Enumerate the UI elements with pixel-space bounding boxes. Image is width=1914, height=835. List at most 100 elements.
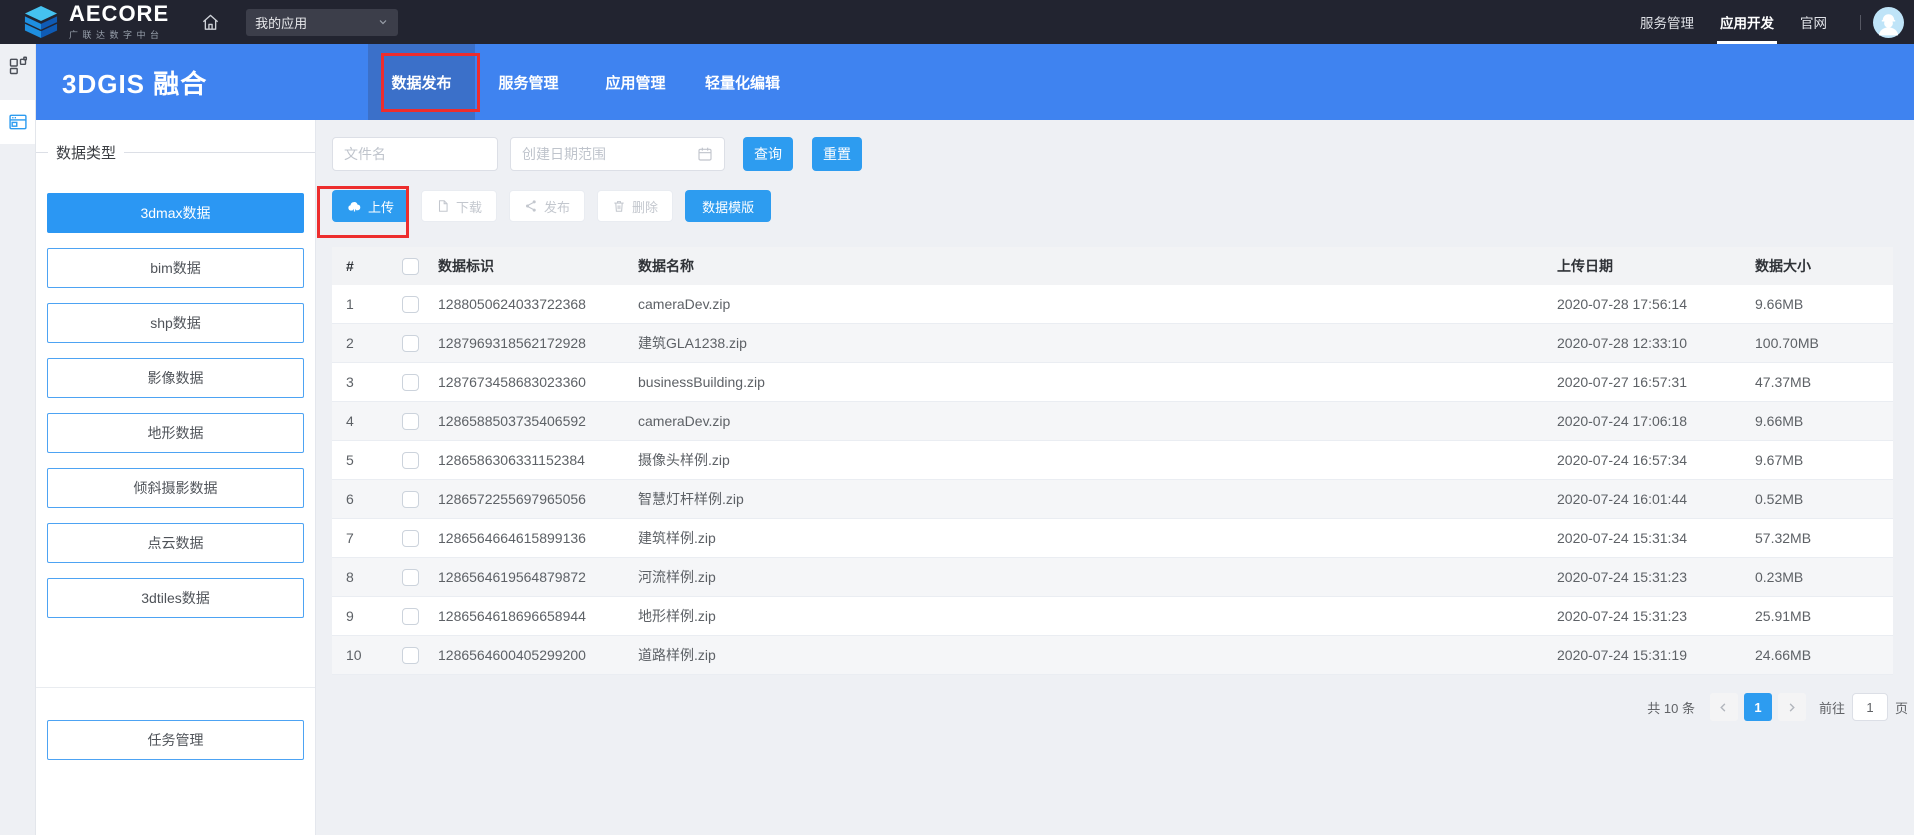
page-number-button[interactable]: 1 <box>1744 693 1772 721</box>
app-select[interactable]: 我的应用 <box>246 9 398 36</box>
row-data-size: 47.37MB <box>1741 363 1893 401</box>
logo-cube-icon <box>22 5 60 39</box>
topbar-nav-item[interactable]: 应用开发 <box>1707 0 1787 44</box>
row-upload-date: 2020-07-27 16:57:31 <box>1557 363 1741 401</box>
row-data-name: 智慧灯杆样例.zip <box>638 480 1557 518</box>
sidebar-data-type-button[interactable]: 倾斜摄影数据 <box>47 468 304 508</box>
daterange-input[interactable] <box>522 146 697 162</box>
table-row[interactable]: 21287969318562172928建筑GLA1238.zip2020-07… <box>332 324 1893 363</box>
table-row[interactable]: 51286586306331152384摄像头样例.zip2020-07-24 … <box>332 441 1893 480</box>
reset-button[interactable]: 重置 <box>812 137 862 171</box>
table-header: # 数据标识 数据名称 上传日期 数据大小 <box>332 247 1893 285</box>
sidebar-data-type-button[interactable]: bim数据 <box>47 248 304 288</box>
row-checkbox[interactable] <box>402 374 419 391</box>
col-data-size: 数据大小 <box>1741 247 1893 285</box>
sidebar-data-type-button[interactable]: 3dmax数据 <box>47 193 304 233</box>
row-checkbox[interactable] <box>402 647 419 664</box>
filename-input[interactable] <box>344 146 486 162</box>
delete-button[interactable]: 删除 <box>597 190 673 222</box>
goto-label: 前往 <box>1819 698 1845 717</box>
sidebar-data-type-button[interactable]: shp数据 <box>47 303 304 343</box>
row-checkbox[interactable] <box>402 569 419 586</box>
upload-button[interactable]: 上传 <box>332 190 409 222</box>
pagination: 共 10 条 1 前往 页 <box>1647 693 1908 721</box>
header-tab[interactable]: 数据发布 <box>368 44 475 120</box>
table-row[interactable]: 101286564600405299200道路样例.zip2020-07-24 … <box>332 636 1893 675</box>
chevron-down-icon <box>377 16 389 28</box>
chevron-left-icon[interactable] <box>1710 693 1738 721</box>
row-data-name: 摄像头样例.zip <box>638 441 1557 479</box>
table-row[interactable]: 31287673458683023360businessBuilding.zip… <box>332 363 1893 402</box>
topbar-nav-item[interactable]: 服务管理 <box>1627 0 1707 44</box>
row-upload-date: 2020-07-24 15:31:23 <box>1557 597 1741 635</box>
sidebar-item-task-manage[interactable]: 任务管理 <box>47 720 304 760</box>
row-data-id: 1286564600405299200 <box>438 636 638 674</box>
data-table: # 数据标识 数据名称 上传日期 数据大小 1 12880506240337223… <box>332 247 1893 675</box>
row-checkbox[interactable] <box>402 608 419 625</box>
sidebar-data-type-button[interactable]: 地形数据 <box>47 413 304 453</box>
table-row[interactable]: 71286564664615899136建筑样例.zip2020-07-24 1… <box>332 519 1893 558</box>
daterange-field <box>510 137 725 171</box>
col-data-id: 数据标识 <box>438 247 638 285</box>
browser-window-icon[interactable] <box>0 100 35 144</box>
row-data-size: 9.66MB <box>1741 285 1893 323</box>
sidebar-data-type-button[interactable]: 3dtiles数据 <box>47 578 304 618</box>
row-upload-date: 2020-07-24 15:31:19 <box>1557 636 1741 674</box>
row-data-size: 0.52MB <box>1741 480 1893 518</box>
file-download-icon <box>436 199 450 213</box>
row-index: 3 <box>332 363 382 401</box>
grid-icon[interactable] <box>0 44 35 88</box>
row-data-size: 0.23MB <box>1741 558 1893 596</box>
row-checkbox[interactable] <box>402 413 419 430</box>
header-tab[interactable]: 服务管理 <box>475 44 582 120</box>
header-tab[interactable]: 轻量化编辑 <box>689 44 796 120</box>
row-checkbox[interactable] <box>402 335 419 352</box>
page-title: 3DGIS 融合 <box>62 44 207 120</box>
table-row[interactable]: 91286564618696658944地形样例.zip2020-07-24 1… <box>332 597 1893 636</box>
icon-rail <box>0 44 36 835</box>
cloud-upload-icon <box>347 199 362 214</box>
row-upload-date: 2020-07-24 15:31:23 <box>1557 558 1741 596</box>
row-upload-date: 2020-07-24 16:57:34 <box>1557 441 1741 479</box>
row-checkbox[interactable] <box>402 452 419 469</box>
download-button[interactable]: 下载 <box>421 190 497 222</box>
row-upload-date: 2020-07-24 17:06:18 <box>1557 402 1741 440</box>
row-data-size: 9.67MB <box>1741 441 1893 479</box>
header-tabs: 数据发布服务管理应用管理轻量化编辑 <box>368 44 796 120</box>
row-index: 6 <box>332 480 382 518</box>
select-all-checkbox[interactable] <box>402 258 419 275</box>
chevron-right-icon[interactable] <box>1778 693 1806 721</box>
data-template-button[interactable]: 数据模版 <box>685 190 771 222</box>
row-checkbox[interactable] <box>402 530 419 547</box>
sidebar-data-type-button[interactable]: 点云数据 <box>47 523 304 563</box>
app-select-value: 我的应用 <box>255 13 307 32</box>
row-data-id: 1288050624033722368 <box>438 285 638 323</box>
row-upload-date: 2020-07-28 17:56:14 <box>1557 285 1741 323</box>
main-content: 查询 重置 上传 下载 <box>316 120 1914 835</box>
table-row[interactable]: 41286588503735406592cameraDev.zip2020-07… <box>332 402 1893 441</box>
row-checkbox[interactable] <box>402 491 419 508</box>
toolbar-row: 上传 下载 发布 <box>332 190 771 222</box>
brand-subtitle: 广联达数字中台 <box>69 28 169 41</box>
publish-button[interactable]: 发布 <box>509 190 585 222</box>
table-row[interactable]: 1 1288050624033722368cameraDev.zip2020-07… <box>332 285 1893 324</box>
user-avatar-icon[interactable] <box>1873 7 1904 38</box>
row-index: 4 <box>332 402 382 440</box>
row-data-size: 100.70MB <box>1741 324 1893 362</box>
goto-page-input[interactable] <box>1852 693 1888 721</box>
filename-field <box>332 137 498 171</box>
query-button[interactable]: 查询 <box>743 137 793 171</box>
topbar-nav-item[interactable]: 官网 <box>1787 0 1840 44</box>
row-data-name: cameraDev.zip <box>638 285 1557 323</box>
table-row[interactable]: 81286564619564879872河流样例.zip2020-07-24 1… <box>332 558 1893 597</box>
table-row[interactable]: 61286572255697965056智慧灯杆样例.zip2020-07-24… <box>332 480 1893 519</box>
sidebar-data-type-button[interactable]: 影像数据 <box>47 358 304 398</box>
filter-row: 查询 重置 <box>332 137 862 171</box>
row-checkbox[interactable] <box>402 296 419 313</box>
row-index: 1 <box>332 285 382 323</box>
home-icon[interactable] <box>201 13 220 32</box>
header-tab[interactable]: 应用管理 <box>582 44 689 120</box>
row-data-id: 1287673458683023360 <box>438 363 638 401</box>
row-index: 7 <box>332 519 382 557</box>
row-data-size: 25.91MB <box>1741 597 1893 635</box>
